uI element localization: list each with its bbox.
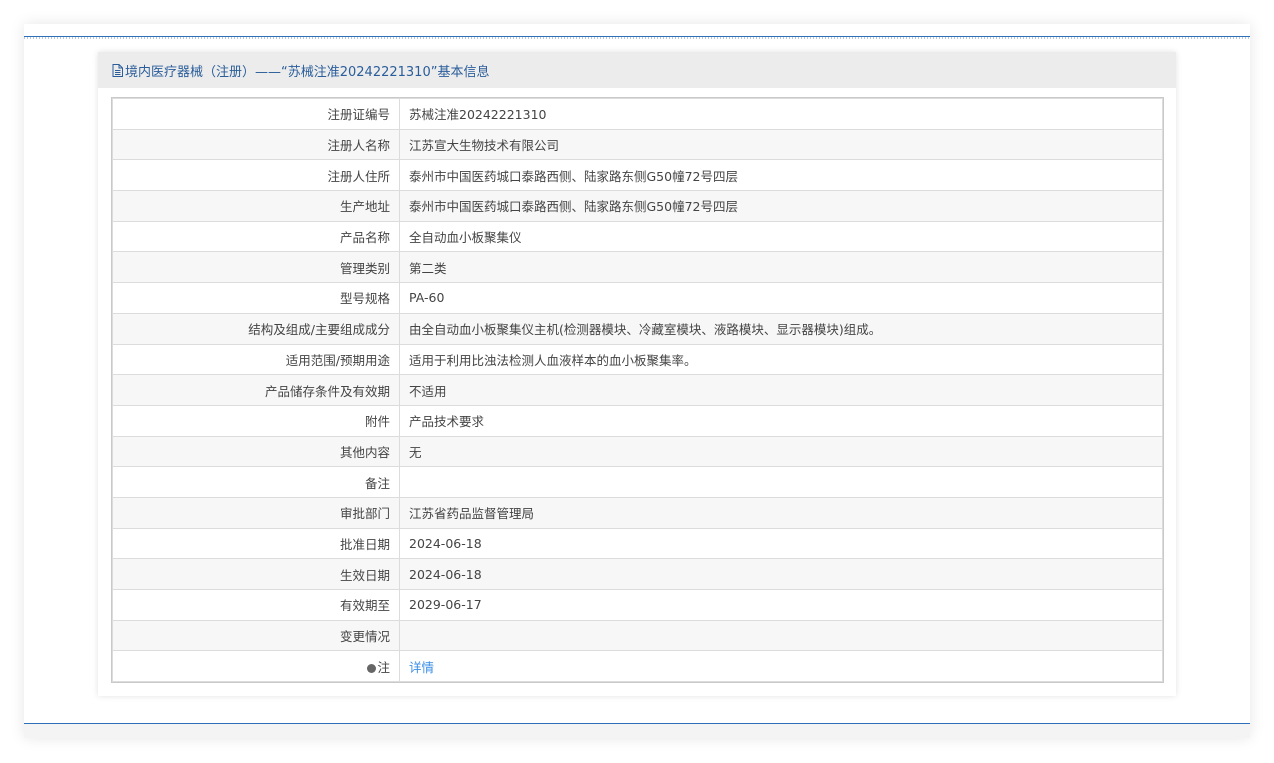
details-link[interactable]: 详情 — [409, 660, 434, 675]
document-icon — [112, 63, 123, 77]
row-value: 产品技术要求 — [399, 404, 1163, 437]
row-value: 第二类 — [399, 251, 1163, 284]
row-label: 型号规格 — [112, 282, 400, 314]
row-value — [399, 619, 1163, 652]
row-label: 备注 — [112, 466, 400, 498]
table-row: 审批部门 江苏省药品监督管理局 — [112, 496, 1163, 529]
row-value: 泰州市中国医药城口泰路西侧、陆家路东侧G50幢72号四层 — [399, 190, 1163, 222]
row-value: 2024-06-18 — [399, 527, 1163, 560]
table-row: 型号规格 PA-60 — [112, 282, 1163, 314]
row-label: 附件 — [112, 404, 400, 437]
row-value — [399, 466, 1163, 498]
table-row: 附件 产品技术要求 — [112, 404, 1163, 437]
row-value: 泰州市中国医药城口泰路西侧、陆家路东侧G50幢72号四层 — [399, 159, 1163, 192]
note-label: 注 — [377, 659, 390, 675]
row-value: 无 — [399, 435, 1163, 468]
row-value: 江苏省药品监督管理局 — [399, 496, 1163, 529]
table-row: 管理类别 第二类 — [112, 251, 1163, 284]
table-row: 产品储存条件及有效期 不适用 — [112, 374, 1163, 406]
table-row: 批准日期 2024-06-18 — [112, 527, 1163, 560]
pin-icon — [367, 663, 377, 673]
row-value: 江苏宣大生物技术有限公司 — [399, 128, 1163, 161]
row-label: 适用范围/预期用途 — [112, 343, 400, 376]
row-value: 2029-06-17 — [399, 589, 1163, 621]
note-label-cell: 注 — [112, 650, 400, 683]
row-label: 注册人住所 — [112, 159, 400, 192]
table-row: 适用范围/预期用途 适用于利用比浊法检测人血液样本的血小板聚集率。 — [112, 343, 1163, 376]
row-label: 产品储存条件及有效期 — [112, 374, 400, 406]
row-label: 审批部门 — [112, 496, 400, 529]
table-row: 注册人名称 江苏宣大生物技术有限公司 — [112, 128, 1163, 161]
row-label: 批准日期 — [112, 527, 400, 560]
row-label: 有效期至 — [112, 589, 400, 621]
row-value: 2024-06-18 — [399, 558, 1163, 590]
row-value: 不适用 — [399, 374, 1163, 406]
row-label: 注册证编号 — [112, 98, 400, 130]
table-row: 生效日期 2024-06-18 — [112, 558, 1163, 590]
panel-header: 境内医疗器械（注册）——“苏械注准20242221310”基本信息 — [98, 52, 1176, 88]
info-table: 注册证编号 苏械注准20242221310 注册人名称 江苏宣大生物技术有限公司 注册人… — [111, 96, 1164, 684]
row-label: 管理类别 — [112, 251, 400, 284]
row-label: 变更情况 — [112, 619, 400, 652]
row-label: 产品名称 — [112, 220, 400, 253]
top-dotted-band — [24, 37, 1250, 39]
row-value: 由全自动血小板聚集仪主机(检测器模块、冷藏室模块、液路模块、显示器模块)组成。 — [399, 312, 1163, 345]
row-value: PA-60 — [399, 282, 1163, 314]
bottom-band — [24, 724, 1250, 738]
panel-title: 境内医疗器械（注册）——“苏械注准20242221310”基本信息 — [125, 64, 490, 80]
table-row: 备注 — [112, 466, 1163, 498]
row-value: 苏械注准20242221310 — [399, 98, 1163, 130]
table-row: 有效期至 2029-06-17 — [112, 589, 1163, 621]
table-row: 注册证编号 苏械注准20242221310 — [112, 98, 1163, 130]
page-frame: 境内医疗器械（注册）——“苏械注准20242221310”基本信息 注册证编号苏… — [24, 24, 1250, 738]
table-row: 生产地址 泰州市中国医药城口泰路西侧、陆家路东侧G50幢72号四层 — [112, 190, 1163, 222]
info-panel: 境内医疗器械（注册）——“苏械注准20242221310”基本信息 注册证编号苏… — [98, 52, 1176, 696]
row-label: 生产地址 — [112, 190, 400, 222]
row-value: 适用于利用比浊法检测人血液样本的血小板聚集率。 — [399, 343, 1163, 376]
row-label: 注册人名称 — [112, 128, 400, 161]
table-row: 其他内容无 — [112, 435, 1163, 468]
note-row: 注 详情 — [112, 650, 1163, 683]
row-label: 生效日期 — [112, 558, 400, 590]
row-label: 结构及组成/主要组成成分 — [112, 312, 400, 345]
table-row: 变更情况 — [112, 619, 1163, 652]
row-label: 其他内容 — [112, 435, 400, 468]
table-row: 结构及组成/主要组成成分 由全自动血小板聚集仪主机(检测器模块、冷藏室模块、液路模… — [112, 312, 1163, 345]
row-value: 全自动血小板聚集仪 — [399, 220, 1163, 253]
table-row: 注册人住所 泰州市中国医药城口泰路西侧、陆家路东侧G50幢72号四层 — [112, 159, 1163, 192]
note-value-cell: 详情 — [399, 650, 1163, 683]
table-row: 产品名称 全自动血小板聚集仪 — [112, 220, 1163, 253]
